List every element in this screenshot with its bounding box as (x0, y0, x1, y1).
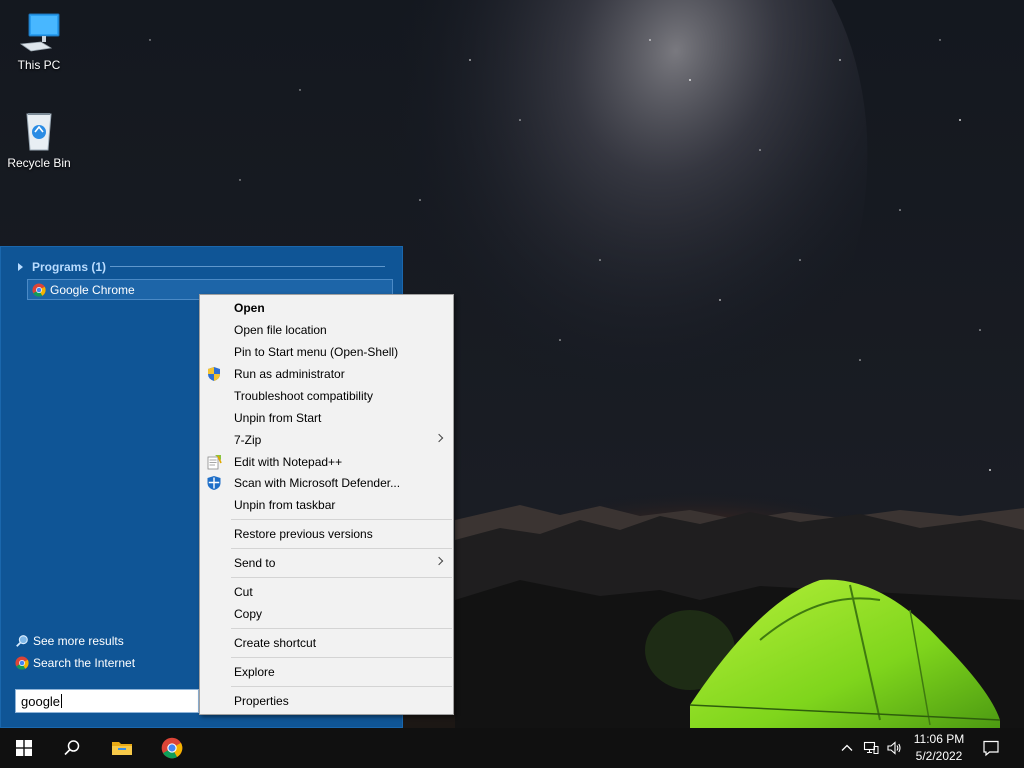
search-the-internet-label: Search the Internet (33, 656, 136, 670)
taskbar (0, 728, 1024, 768)
desktop-icon-recycle-bin[interactable]: Recycle Bin (1, 106, 77, 170)
ctx-create-shortcut[interactable]: Create shortcut (201, 632, 452, 654)
ctx-properties-label: Properties (234, 694, 289, 708)
ctx-unpin-from-taskbar[interactable]: Unpin from taskbar (201, 494, 452, 516)
ctx-scan-with-microsoft-defender[interactable]: Scan with Microsoft Defender... (201, 472, 452, 494)
context-menu: Open Open file location Pin to Start men… (199, 294, 454, 715)
ctx-cut[interactable]: Cut (201, 581, 452, 603)
text-caret (61, 694, 63, 708)
taskbar-clock[interactable]: 11:06 PM 5/2/2022 (906, 731, 972, 765)
ctx-open[interactable]: Open (201, 297, 452, 319)
menu-separator (231, 548, 452, 549)
ctx-copy-label: Copy (234, 607, 263, 621)
see-more-results-link[interactable]: See more results (15, 634, 124, 648)
ctx-open-file-location[interactable]: Open file location (201, 319, 452, 341)
chevron-up-icon[interactable] (839, 740, 855, 756)
search-input-value: google (21, 693, 61, 709)
action-center-button[interactable] (968, 728, 1014, 768)
ctx-create-shortcut-label: Create shortcut (234, 636, 317, 650)
expand-triangle-icon (18, 263, 23, 271)
submenu-arrow-icon (434, 556, 444, 566)
programs-group-header[interactable]: Programs (1) (17, 260, 106, 274)
ctx-send-to[interactable]: Send to (201, 552, 452, 574)
menu-separator (231, 628, 452, 629)
ctx-cut-label: Cut (234, 585, 253, 599)
ctx-scan-with-microsoft-defender-label: Scan with Microsoft Defender... (234, 476, 401, 490)
menu-separator (231, 686, 452, 687)
taskbar-chrome-button[interactable] (148, 728, 196, 768)
ctx-restore-previous-versions[interactable]: Restore previous versions (201, 523, 452, 545)
search-result-label: Google Chrome (50, 282, 135, 297)
action-center-icon (983, 740, 999, 757)
ctx-explore[interactable]: Explore (201, 661, 452, 683)
chrome-icon (15, 656, 29, 670)
programs-divider (110, 266, 385, 267)
file-explorer-icon (112, 742, 132, 755)
taskbar-file-explorer-button[interactable] (98, 728, 146, 768)
ctx-explore-label: Explore (234, 665, 275, 679)
desktop-icon-this-pc[interactable]: This PC (1, 8, 77, 72)
ctx-pin-to-start-menu[interactable]: Pin to Start menu (Open-Shell) (201, 341, 452, 363)
chrome-icon (161, 737, 183, 759)
clock-time: 11:06 PM (913, 732, 965, 746)
chrome-icon (32, 282, 46, 297)
taskbar-search-button[interactable] (48, 728, 96, 768)
ctx-run-as-administrator-label: Run as administrator (234, 367, 345, 381)
ctx-open-label: Open (234, 301, 265, 315)
ctx-restore-previous-versions-label: Restore previous versions (234, 527, 373, 541)
ctx-unpin-from-taskbar-label: Unpin from taskbar (234, 498, 336, 512)
uac-shield-icon (208, 367, 220, 381)
ctx-copy[interactable]: Copy (201, 603, 452, 625)
clock-date: 5/2/2022 (915, 749, 963, 763)
menu-separator (231, 657, 452, 658)
ctx-pin-to-start-menu-label: Pin to Start menu (Open-Shell) (234, 345, 399, 359)
ctx-run-as-administrator[interactable]: Run as administrator (201, 363, 452, 385)
menu-separator (231, 577, 452, 578)
desktop-icon-label: This PC (17, 58, 61, 72)
ctx-send-to-label: Send to (234, 556, 276, 570)
computer-icon (19, 13, 60, 52)
programs-group-label: Programs (1) (32, 260, 107, 274)
network-icon[interactable] (863, 740, 879, 756)
submenu-arrow-icon (434, 433, 444, 443)
ctx-7-zip[interactable]: 7-Zip (201, 429, 452, 451)
desktop-icon-label: Recycle Bin (7, 156, 71, 170)
ctx-troubleshoot-compatibility-label: Troubleshoot compatibility (234, 389, 373, 403)
magnifier-icon (16, 635, 28, 647)
ctx-troubleshoot-compatibility[interactable]: Troubleshoot compatibility (201, 385, 452, 407)
menu-separator (231, 519, 452, 520)
volume-icon[interactable] (886, 740, 902, 756)
search-the-internet-link[interactable]: Search the Internet (15, 656, 135, 670)
ctx-properties[interactable]: Properties (201, 690, 452, 712)
defender-icon (207, 476, 221, 490)
notepad-plus-plus-icon (207, 455, 222, 470)
start-icon (16, 740, 32, 756)
see-more-results-label: See more results (33, 634, 124, 648)
ctx-unpin-from-start-label: Unpin from Start (234, 411, 322, 425)
ctx-unpin-from-start[interactable]: Unpin from Start (201, 407, 452, 429)
ctx-edit-with-notepad-plus-plus-label: Edit with Notepad++ (234, 455, 343, 469)
start-button[interactable] (0, 728, 48, 768)
ctx-edit-with-notepad-plus-plus[interactable]: Edit with Notepad++ (201, 451, 452, 473)
search-icon (64, 740, 80, 756)
recycle-bin-icon (26, 113, 52, 151)
ctx-7-zip-label: 7-Zip (234, 433, 262, 447)
ctx-open-file-location-label: Open file location (234, 323, 327, 337)
start-search-input[interactable]: google (15, 689, 199, 713)
